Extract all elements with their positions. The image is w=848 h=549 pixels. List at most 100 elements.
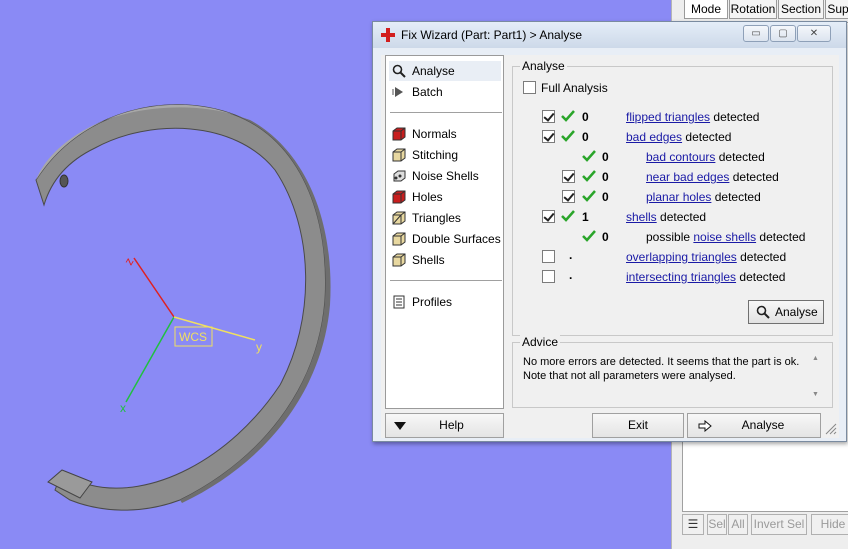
nav-item-shells[interactable]: Shells xyxy=(389,250,501,270)
stitching-cube-icon xyxy=(392,148,406,162)
bad-edges-link[interactable]: bad edges xyxy=(626,130,682,144)
triangle-down-icon xyxy=(394,422,406,430)
shells-count: 1 xyxy=(582,210,589,224)
nav-item-label: Profiles xyxy=(412,295,453,309)
invert-sel-button[interactable]: Invert Sel xyxy=(751,514,807,535)
nav-item-label: Analyse xyxy=(412,64,455,78)
sel-button[interactable]: Sel xyxy=(707,514,727,535)
full-analysis-checkbox[interactable] xyxy=(523,81,536,94)
bad-contours-link[interactable]: bad contours xyxy=(646,150,715,164)
overlapping-triangles-checkbox[interactable] xyxy=(542,250,555,263)
close-button[interactable]: ✕ xyxy=(797,25,831,42)
nav-item-analyse[interactable]: Analyse xyxy=(389,61,501,81)
ring-outer-surface xyxy=(35,104,327,511)
advice-scrollbar[interactable]: ▲ ▼ xyxy=(810,351,824,403)
nav-divider xyxy=(390,280,502,281)
shells-link[interactable]: shells xyxy=(626,210,657,224)
shells-checkbox[interactable] xyxy=(542,210,555,223)
check-mark-icon xyxy=(582,230,596,242)
flipped-triangles-count: 0 xyxy=(582,110,589,124)
help-button-label: Help xyxy=(439,418,464,432)
scroll-up-icon[interactable]: ▲ xyxy=(812,355,819,362)
tab-mode[interactable]: Mode xyxy=(684,0,728,19)
nav-divider xyxy=(390,112,502,113)
side-panel-buttons: ☰ Sel All Invert Sel Hide Un xyxy=(678,514,848,536)
minimize-button[interactable]: ▭ xyxy=(743,25,769,42)
nav-item-double-surfaces[interactable]: Double Surfaces xyxy=(389,229,501,249)
bad-contours-row: bad contours detected xyxy=(646,150,765,164)
overlapping-triangles-link[interactable]: overlapping triangles xyxy=(626,250,737,264)
near-bad-edges-row: near bad edges detected xyxy=(646,170,779,184)
planar-holes-link[interactable]: planar holes xyxy=(646,190,711,204)
overlapping-triangles-count: . xyxy=(569,248,573,262)
analyse-group-title: Analyse xyxy=(520,59,567,73)
exit-button[interactable]: Exit xyxy=(592,413,684,438)
nav-item-profiles[interactable]: Profiles xyxy=(389,292,501,312)
nav-item-holes[interactable]: Holes xyxy=(389,187,501,207)
nav-item-batch[interactable]: Batch xyxy=(389,82,501,102)
resize-grip-icon[interactable] xyxy=(825,423,837,435)
flipped-triangles-row: flipped triangles detected xyxy=(626,110,760,124)
tab-section[interactable]: Section xyxy=(778,0,824,19)
z-axis-line xyxy=(133,257,175,318)
flipped-triangles-checkbox[interactable] xyxy=(542,110,555,123)
maximize-button[interactable]: ▢ xyxy=(770,25,796,42)
check-mark-icon xyxy=(582,190,596,202)
nav-item-label: Double Surfaces xyxy=(412,232,501,246)
z-axis-label: z xyxy=(121,255,136,267)
window-title: Fix Wizard (Part: Part1) > Analyse xyxy=(401,28,583,42)
full-analysis-label: Full Analysis xyxy=(541,81,608,95)
magnifier-icon xyxy=(756,305,770,319)
ring-hole xyxy=(59,174,69,188)
window-titlebar[interactable]: Fix Wizard (Part: Part1) > Analyse ▭ ▢ ✕ xyxy=(373,22,846,48)
nav-item-triangles[interactable]: Triangles xyxy=(389,208,501,228)
all-button[interactable]: All xyxy=(728,514,748,535)
arrow-right-icon xyxy=(698,420,712,432)
planar-holes-checkbox[interactable] xyxy=(562,190,575,203)
analyse-button-label: Analyse xyxy=(775,305,818,319)
bad-edges-row: bad edges detected xyxy=(626,130,732,144)
fix-wizard-window: Fix Wizard (Part: Part1) > Analyse ▭ ▢ ✕… xyxy=(372,21,847,442)
flipped-triangles-link[interactable]: flipped triangles xyxy=(626,110,710,124)
tab-sup[interactable]: Sup xyxy=(825,0,848,19)
nav-item-stitching[interactable]: Stitching xyxy=(389,145,501,165)
double-surfaces-cube-icon xyxy=(392,232,406,246)
noise-shells-row: possible noise shells detected xyxy=(646,230,806,244)
nav-item-label: Shells xyxy=(412,253,445,267)
scroll-down-icon[interactable]: ▼ xyxy=(812,391,819,398)
intersecting-triangles-row: intersecting triangles detected xyxy=(626,270,786,284)
hide-unselected-button[interactable]: Hide Un xyxy=(811,514,848,535)
advice-group: Advice No more errors are detected. It s… xyxy=(512,335,833,408)
holes-cube-icon xyxy=(392,190,406,204)
profiles-icon xyxy=(393,295,405,309)
nav-item-noise-shells[interactable]: Noise Shells xyxy=(389,166,501,186)
intersecting-triangles-checkbox[interactable] xyxy=(542,270,555,283)
near-bad-edges-link[interactable]: near bad edges xyxy=(646,170,729,184)
normals-cube-icon xyxy=(392,127,406,141)
analyse-step-button[interactable]: Analyse xyxy=(687,413,821,438)
check-mark-icon xyxy=(561,110,575,122)
nav-item-label: Noise Shells xyxy=(412,169,479,183)
advice-text: No more errors are detected. It seems th… xyxy=(523,356,800,382)
nav-item-label: Triangles xyxy=(412,211,461,225)
x-axis-label: x xyxy=(120,401,126,415)
intersecting-triangles-link[interactable]: intersecting triangles xyxy=(626,270,736,284)
analyse-button[interactable]: Analyse xyxy=(748,300,824,324)
check-mark-icon xyxy=(582,170,596,182)
analyse-step-label: Analyse xyxy=(741,418,785,432)
noise-shells-link[interactable]: noise shells xyxy=(693,230,756,244)
analyse-group: Analyse Full Analysis 0 flipped triangle… xyxy=(512,59,833,336)
y-axis-label: y xyxy=(256,340,262,354)
near-bad-edges-checkbox[interactable] xyxy=(562,170,575,183)
nav-item-label: Batch xyxy=(412,85,443,99)
tab-rotation[interactable]: Rotation xyxy=(729,0,777,19)
nav-item-normals[interactable]: Normals xyxy=(389,124,501,144)
list-options-icon[interactable]: ☰ xyxy=(682,514,704,535)
wizard-body: Analyse Batch Normals Stitching Noise Sh… xyxy=(381,55,839,438)
bad-edges-checkbox[interactable] xyxy=(542,130,555,143)
help-button[interactable]: Help xyxy=(385,413,504,438)
shells-row: shells detected xyxy=(626,210,707,224)
intersecting-triangles-count: . xyxy=(569,268,573,282)
noise-shells-count: 0 xyxy=(602,230,609,244)
wizard-nav: Analyse Batch Normals Stitching Noise Sh… xyxy=(385,55,504,409)
